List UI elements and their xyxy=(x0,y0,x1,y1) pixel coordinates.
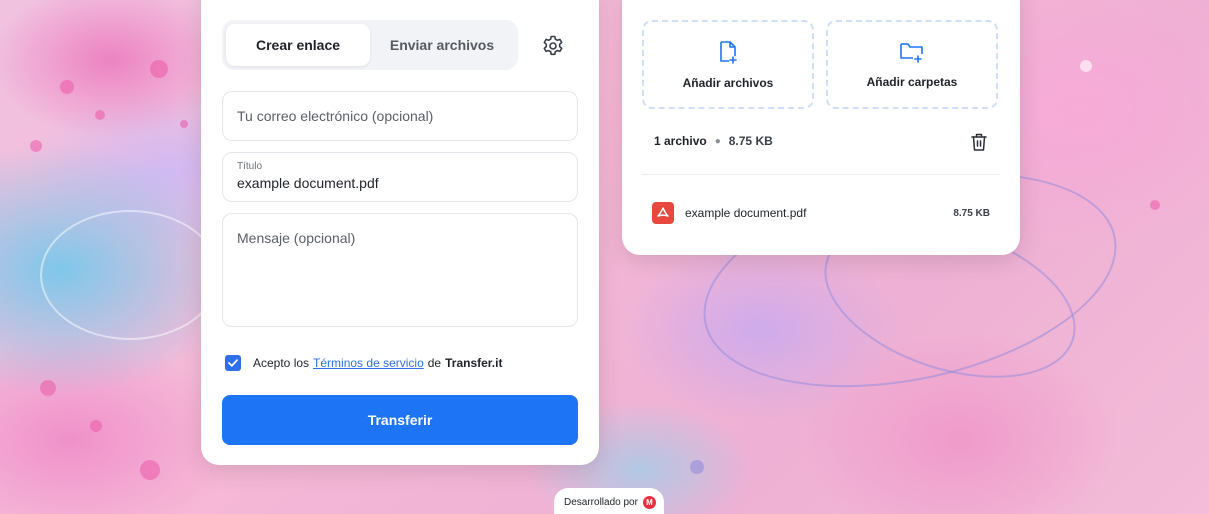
divider xyxy=(642,174,1000,175)
tab-enviar-archivos[interactable]: Enviar archivos xyxy=(370,24,514,66)
powered-by-badge[interactable]: Desarrollado por M xyxy=(554,488,664,514)
file-size: 8.75 KB xyxy=(953,207,990,219)
file-plus-icon xyxy=(720,40,737,64)
mode-tabs: Crear enlace Enviar archivos xyxy=(222,20,518,70)
terms-link[interactable]: Términos de servicio xyxy=(313,356,424,370)
add-folders-label: Añadir carpetas xyxy=(866,74,958,89)
mega-logo-icon: M xyxy=(642,495,656,509)
add-files-label: Añadir archivos xyxy=(682,75,774,90)
checkmark-icon xyxy=(228,359,238,367)
total-size: 8.75 KB xyxy=(728,134,773,148)
upload-card: Añadir archivos Añadir carpetas 1 archiv… xyxy=(622,0,1020,255)
gear-icon[interactable] xyxy=(541,34,565,58)
bullet-separator: ● xyxy=(714,135,721,147)
background-image xyxy=(0,0,1209,514)
title-field[interactable]: Título xyxy=(222,152,578,202)
file-name: example document.pdf xyxy=(685,206,807,220)
transfer-button[interactable]: Transferir xyxy=(222,395,578,445)
email-input[interactable] xyxy=(237,108,563,124)
message-input[interactable] xyxy=(237,230,563,310)
title-label: Título xyxy=(237,161,263,172)
pdf-icon xyxy=(652,202,674,224)
file-list-item: example document.pdf 8.75 KB xyxy=(652,201,990,225)
add-folders-button[interactable]: Añadir carpetas xyxy=(826,20,998,109)
powered-by-label: Desarrollado por xyxy=(564,496,638,508)
terms-prefix: Acepto los xyxy=(253,356,310,370)
terms-middle: de xyxy=(427,356,442,370)
tab-crear-enlace[interactable]: Crear enlace xyxy=(226,24,370,66)
folder-plus-icon xyxy=(900,42,923,63)
trash-icon[interactable] xyxy=(970,132,988,152)
transfer-form-card: Crear enlace Enviar archivos Título Acep… xyxy=(201,0,599,465)
email-field[interactable] xyxy=(222,91,578,141)
message-field[interactable] xyxy=(222,213,578,327)
add-files-button[interactable]: Añadir archivos xyxy=(642,20,814,109)
title-input[interactable] xyxy=(237,175,563,191)
terms-checkbox[interactable] xyxy=(225,355,241,371)
upload-summary: 1 archivo ● 8.75 KB xyxy=(654,134,773,148)
terms-brand: Transfer.it xyxy=(445,356,503,370)
file-count: 1 archivo xyxy=(654,134,707,148)
terms-row: Acepto los Términos de servicio de Trans… xyxy=(225,355,502,371)
